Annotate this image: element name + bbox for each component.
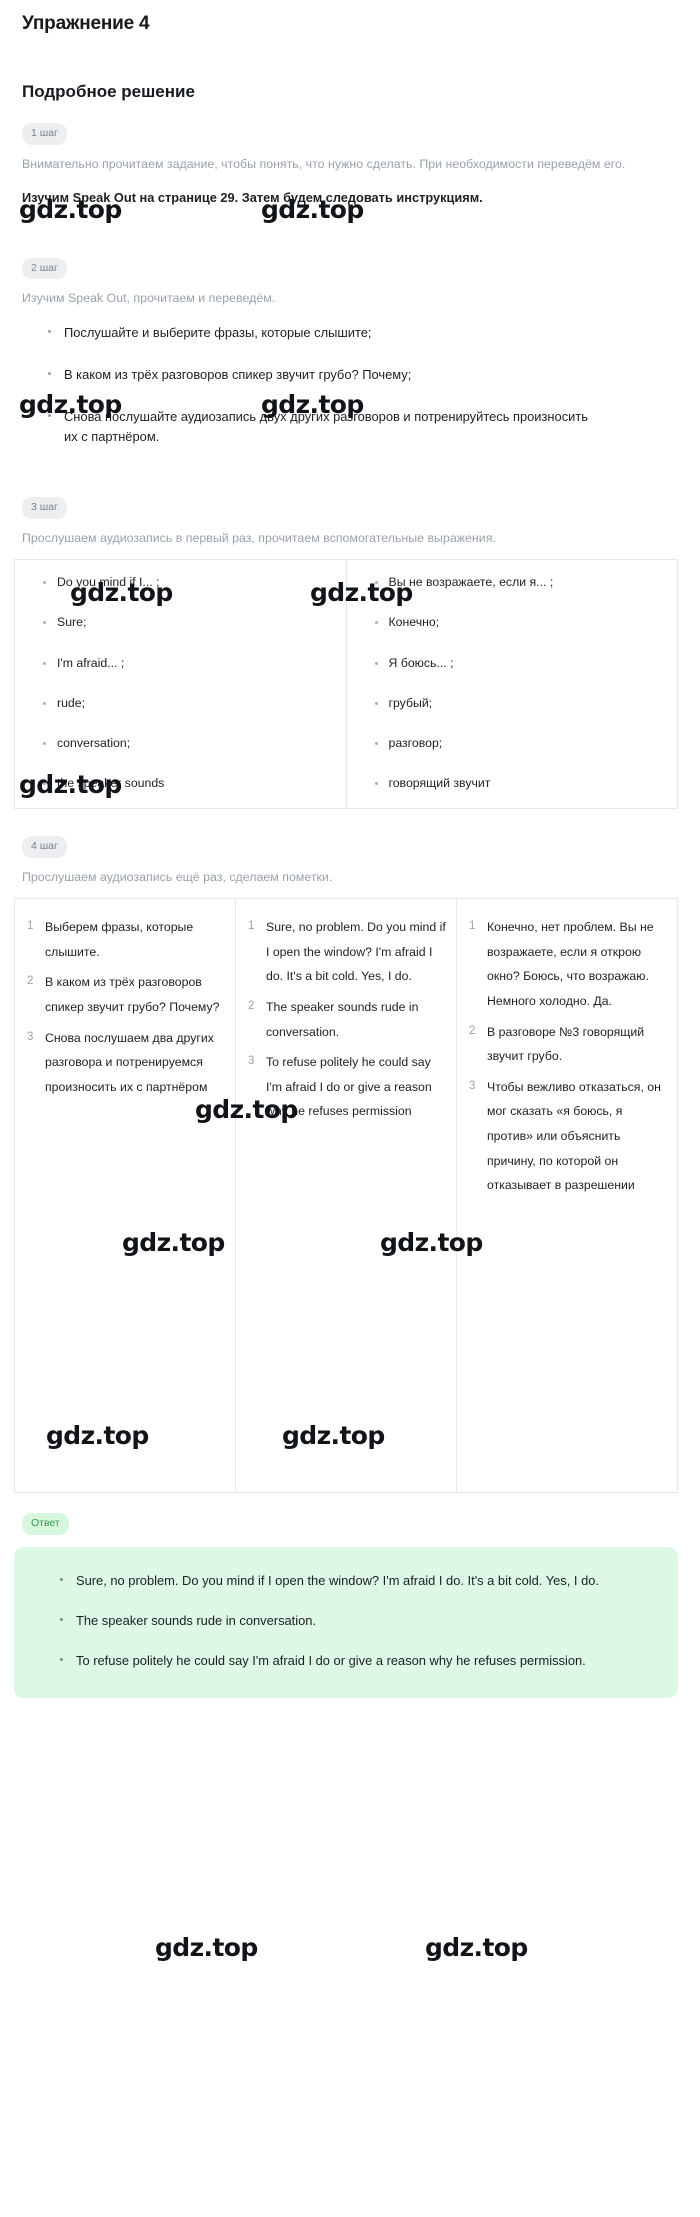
list-item: разговор; (374, 735, 668, 752)
watermark: gdz.top (155, 1933, 258, 1962)
list-item: Снова послушайте аудиозапись двух других… (48, 407, 678, 447)
list-item: грубый; (374, 695, 668, 712)
answer-block: Ответ Sure, no problem. Do you mind if I… (14, 1513, 678, 1699)
list-item: В каком из трёх разговоров спикер звучит… (27, 970, 220, 1015)
english-phrase-list: Do you mind if I... ; Sure; I'm afraid..… (25, 574, 336, 792)
list-item: Выберем фразы, которые слышите. (27, 915, 194, 959)
list-item: Снова послушаем два других разговора и п… (27, 1026, 214, 1094)
watermark: gdz.top (425, 1933, 528, 1962)
list-item: I'm afraid... ; (43, 655, 336, 672)
list-item: Вы не возражаете, если я... ; (374, 574, 668, 591)
step-1-block: 1 шаг Внимательно прочитаем задание, что… (14, 123, 678, 209)
english-answer-list: Sure, no problem. Do you mind if I open … (244, 915, 448, 1124)
step-1-badge: 1 шаг (22, 123, 67, 145)
list-item: The speaker sounds rude in conversation. (248, 995, 419, 1039)
step-4-table: Выберем фразы, которые слышите. В каком … (14, 898, 678, 1494)
answer-box: Sure, no problem. Do you mind if I open … (14, 1546, 678, 1699)
step-1-dark-text: Изучим Speak Out на странице 29. Затем б… (22, 189, 483, 205)
page-title: Упражнение 4 (22, 13, 150, 34)
step-2-muted-text: Изучим Speak Out, прочитаем и переведём. (22, 291, 276, 306)
list-item: Я боюсь... ; (374, 655, 668, 672)
answer-badge: Ответ (22, 1513, 69, 1535)
list-item: Послушайте и выберите фразы, которые слы… (48, 323, 678, 343)
list-item: В разговоре №3 говорящий звучит грубо. (469, 1020, 645, 1064)
list-item: говорящий звучит (374, 775, 668, 792)
step-3-muted-text: Прослушаем аудиозапись в первый раз, про… (22, 530, 496, 545)
step-2-bullet-list: Послушайте и выберите фразы, которые слы… (14, 323, 678, 447)
list-item: Sure; (43, 614, 336, 631)
list-item: To refuse politely he could say I'm afra… (60, 1649, 654, 1673)
list-item: В каком из трёх разговоров спикер звучит… (48, 365, 678, 385)
step-1-muted-text: Внимательно прочитаем задание, чтобы пон… (22, 156, 626, 171)
step-4-muted-text: Прослушаем аудиозапись ещё раз, сделаем … (22, 869, 333, 884)
step-3-table: Do you mind if I... ; Sure; I'm afraid..… (14, 559, 678, 810)
step-4-badge: 4 шаг (22, 836, 67, 858)
task-list: Выберем фразы, которые слышите. В каком … (23, 915, 227, 1099)
list-item: Sure, no problem. Do you mind if I open … (248, 915, 446, 984)
list-item: conversation; (43, 735, 336, 752)
table-row: Выберем фразы, которые слышите. В каком … (14, 898, 678, 1494)
table-cell-russian-answers: Конечно, нет проблем. Вы не возражаете, … (456, 898, 678, 1494)
step-2-badge: 2 шаг (22, 257, 67, 280)
solution-page: Упражнение 4 Подробное решение 1 шаг Вни… (0, 13, 700, 1699)
solution-heading: Подробное решение (22, 82, 195, 101)
list-item: Конечно, нет проблем. Вы не возражаете, … (469, 915, 654, 1009)
list-item: Sure, no problem. Do you mind if I open … (60, 1569, 654, 1593)
table-cell-russian: Вы не возражаете, если я... ; Конечно; Я… (345, 559, 678, 810)
step-4-block: 4 шаг Прослушаем аудиозапись ещё раз, сд… (14, 836, 678, 1494)
list-item: the speaker sounds (43, 775, 336, 792)
table-cell-english-answers: Sure, no problem. Do you mind if I open … (235, 898, 457, 1494)
list-item: Do you mind if I... ; (43, 574, 336, 591)
russian-answer-list: Конечно, нет проблем. Вы не возражаете, … (465, 915, 669, 1198)
step-2-block: 2 шаг Изучим Speak Out, прочитаем и пере… (14, 257, 678, 448)
list-item: Конечно; (374, 614, 668, 631)
list-item: rude; (43, 695, 336, 712)
step-3-block: 3 шаг Прослушаем аудиозапись в первый ра… (14, 497, 678, 810)
step-3-badge: 3 шаг (22, 497, 67, 519)
table-cell-tasks: Выберем фразы, которые слышите. В каком … (14, 898, 236, 1494)
table-cell-english: Do you mind if I... ; Sure; I'm afraid..… (14, 559, 347, 810)
list-item: The speaker sounds rude in conversation. (60, 1609, 654, 1633)
russian-phrase-list: Вы не возражаете, если я... ; Конечно; Я… (357, 574, 668, 792)
list-item: Чтобы вежливо отказаться, он мог сказать… (469, 1075, 661, 1193)
table-row: Do you mind if I... ; Sure; I'm afraid..… (14, 559, 678, 810)
answer-bullet-list: Sure, no problem. Do you mind if I open … (38, 1569, 654, 1673)
list-item: To refuse politely he could say I'm afra… (248, 1050, 432, 1119)
